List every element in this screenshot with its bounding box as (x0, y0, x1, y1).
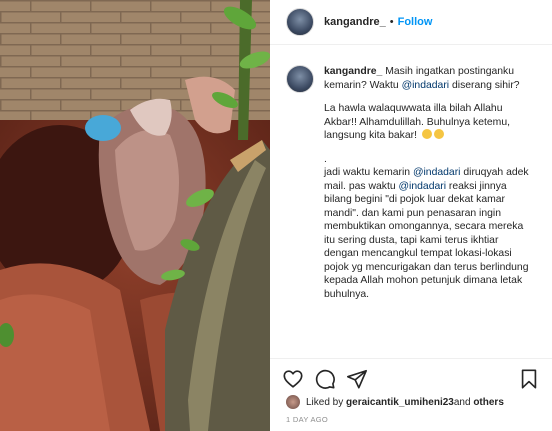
likes-prefix: Liked by (306, 396, 344, 408)
post-photo[interactable] (0, 0, 270, 431)
likes-others-link[interactable]: others (473, 397, 504, 408)
caption-paragraph-3-pre: jadi waktu kemarin (324, 167, 413, 178)
action-bar (270, 358, 552, 395)
header-separator: • (389, 16, 394, 28)
caption-avatar[interactable] (286, 65, 314, 93)
post-photo-drawing (0, 0, 270, 431)
crying-face-emoji-icon (433, 129, 444, 139)
author-username[interactable]: kangandre_ (324, 16, 386, 28)
author-avatar[interactable] (286, 8, 314, 36)
post-header: kangandre_ • Follow (270, 0, 552, 45)
caption-username[interactable]: kangandre_ (324, 66, 382, 77)
caption-paragraph-3-post: reaksi jinnya bilang begini "di pojok lu… (324, 180, 529, 300)
liker-username[interactable]: geraicantik_umiheni23 (346, 397, 454, 408)
bookmark-icon[interactable] (518, 368, 540, 390)
liker-avatar[interactable] (286, 395, 300, 409)
instagram-post: kangandre_ • Follow kangandre_ Masih ing… (0, 0, 552, 431)
caption-line1-post: diserang sihir? (449, 79, 520, 91)
caption-paragraph-2: La hawla walaquwwata illa bilah Allahu A… (324, 103, 510, 141)
paper-plane-icon[interactable] (346, 368, 368, 390)
caption-dot-line: . (324, 153, 327, 165)
caption-text: kangandre_ Masih ingatkan postinganku ke… (324, 65, 534, 301)
crying-face-emoji-icon (421, 129, 432, 139)
heart-icon[interactable] (282, 368, 304, 390)
caption-mention-1[interactable]: @indadari (402, 80, 450, 91)
post-timestamp[interactable]: 1 DAY AGO (286, 415, 328, 424)
caption-area[interactable]: kangandre_ Masih ingatkan postinganku ke… (270, 45, 552, 358)
caption-row: kangandre_ Masih ingatkan postinganku ke… (270, 45, 552, 301)
likes-mid: and (453, 396, 471, 408)
caption-mention-2[interactable]: @indadari (413, 167, 461, 178)
post-sidebar: kangandre_ • Follow kangandre_ Masih ing… (270, 0, 552, 431)
caption-mention-3[interactable]: @indadari (399, 181, 447, 192)
follow-button[interactable]: Follow (398, 16, 433, 28)
comment-icon[interactable] (314, 368, 336, 390)
likes-summary: Liked by geraicantik_umiheni23 and other… (286, 395, 504, 409)
